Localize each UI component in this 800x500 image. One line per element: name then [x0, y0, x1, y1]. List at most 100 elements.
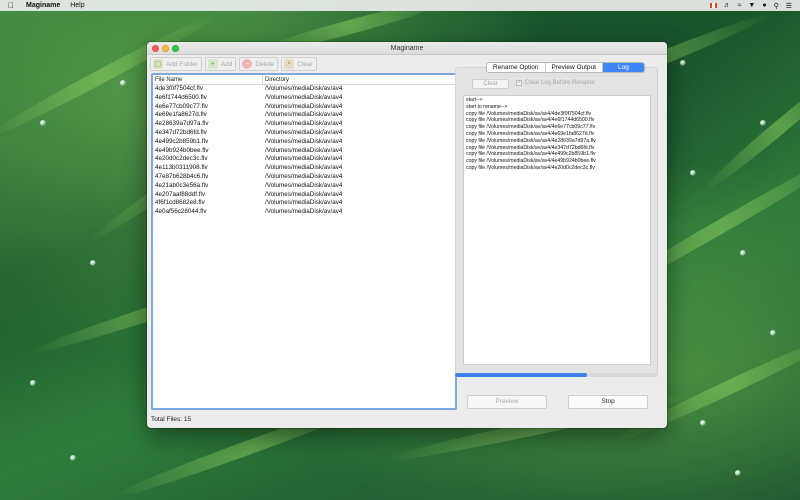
tab-rename-option[interactable]: Rename Option	[487, 63, 546, 72]
table-row[interactable]: 4e20d0c2dec3c.flv/Volumes/mediaDisk/av/a…	[153, 155, 455, 164]
tab-log[interactable]: Log	[602, 63, 644, 72]
minimize-button[interactable]	[162, 45, 169, 52]
table-row[interactable]: 4e21ab0c3e56a.flv/Volumes/mediaDisk/av/a…	[153, 182, 455, 191]
log-line: copy file /Volumes/mediaDisk/av/av4/4de3…	[466, 110, 592, 117]
window-title: Maginame	[390, 45, 424, 52]
cell-directory: /Volumes/mediaDisk/av/av4	[265, 172, 343, 180]
menu-help[interactable]: Help	[70, 2, 84, 9]
table-row[interactable]: 4e113b0311908.flv/Volumes/mediaDisk/av/a…	[153, 164, 455, 173]
table-row[interactable]: 4e69e1fa8627d.flv/Volumes/mediaDisk/av/a…	[153, 111, 455, 120]
app-window: Maginame ▢ Add Folder + Add − Delete ⌕ C…	[147, 42, 667, 428]
progress-bar	[455, 373, 658, 377]
cell-directory: /Volumes/mediaDisk/av/av4	[265, 164, 343, 172]
user-icon[interactable]: ●	[762, 2, 766, 9]
water-droplet	[700, 420, 706, 426]
title-bar[interactable]: Maginame	[147, 42, 667, 55]
cell-directory: /Volumes/mediaDisk/av/av4	[265, 120, 343, 128]
water-droplet	[770, 330, 776, 336]
menu-bar:  Maginame Help ♬ ≈ ▼ ● ⚲ ☰	[0, 0, 800, 11]
table-row[interactable]: 47e87b628b4c6.flv/Volumes/mediaDisk/av/a…	[153, 173, 455, 182]
log-line: copy file /Volumes/mediaDisk/av/av4/4e6f…	[466, 117, 595, 124]
column-header-directory[interactable]: Directory	[263, 75, 289, 84]
delete-button[interactable]: − Delete	[239, 57, 279, 71]
delete-icon: −	[242, 59, 253, 69]
add-button[interactable]: + Add	[204, 57, 237, 71]
water-droplet	[70, 455, 76, 461]
table-row[interactable]: 4e207aaf88ddf.flv/Volumes/mediaDisk/av/a…	[153, 191, 455, 200]
water-droplet	[120, 80, 126, 86]
cell-directory: /Volumes/mediaDisk/av/av4	[265, 208, 343, 216]
water-droplet	[690, 170, 696, 176]
cell-file-name: 4e347d72bd6fd.flv	[155, 128, 207, 136]
add-label: Add	[220, 60, 233, 68]
cell-file-name: 4e207aaf88ddf.flv	[155, 190, 206, 198]
water-droplet	[735, 470, 741, 476]
grass-blade	[698, 57, 800, 197]
cell-directory: /Volumes/mediaDisk/av/av4	[265, 85, 343, 92]
clear-button[interactable]: ⌕ Clear	[281, 57, 317, 71]
cell-file-name: 4e20d0c2dec3c.flv	[155, 155, 208, 163]
total-files-label: Total Files: 15	[151, 416, 192, 423]
clear-label: Clear	[297, 60, 313, 68]
volume-icon[interactable]: ♬	[724, 2, 731, 9]
status-area: ♬ ≈ ▼ ● ⚲ ☰	[709, 2, 792, 10]
clear-log-checkbox[interactable]: ✓	[516, 80, 522, 86]
table-row[interactable]: 4f6f1cd8682e8.flv/Volumes/mediaDisk/av/a…	[153, 199, 455, 208]
water-droplet	[760, 120, 766, 126]
menu-app-name[interactable]: Maginame	[26, 2, 60, 9]
tab-preview-output[interactable]: Preview Output	[546, 63, 603, 72]
search-icon[interactable]: ⚲	[774, 2, 779, 10]
table-row[interactable]: 4e49b924b0bee.flv/Volumes/mediaDisk/av/a…	[153, 147, 455, 156]
cell-file-name: 4e6e77cb09c77.flv	[155, 102, 208, 110]
delete-label: Delete	[255, 60, 275, 68]
table-body: 4de3f0f7504cf.flv/Volumes/mediaDisk/av/a…	[153, 85, 455, 217]
progress-bar-fill	[455, 373, 587, 377]
cell-directory: /Volumes/mediaDisk/av/av4	[265, 111, 343, 119]
file-table[interactable]: File Name Directory 4de3f0f7504cf.flv/Vo…	[151, 73, 457, 410]
clear-log-checkbox-row[interactable]: ✓ Clear Log Before Rename	[516, 80, 595, 86]
add-folder-button[interactable]: ▢ Add Folder	[150, 57, 202, 71]
log-line: copy file /Volumes/mediaDisk/av/av4/4e69…	[466, 130, 595, 137]
stop-button[interactable]: Stop	[568, 395, 648, 409]
cell-file-name: 4e499c2b859b1.flv	[155, 137, 209, 145]
table-row[interactable]: 4e6f1744d6500.flv/Volumes/mediaDisk/av/a…	[153, 94, 455, 103]
water-droplet	[40, 120, 46, 126]
log-line: copy file /Volumes/mediaDisk/av/av4/4e28…	[466, 137, 596, 144]
log-text-area[interactable]: start--> start to rename--> copy file /Vol…	[463, 95, 651, 365]
table-row[interactable]: 4e28639a7d97a.flv/Volumes/mediaDisk/av/a…	[153, 120, 455, 129]
table-header: File Name Directory	[153, 75, 455, 85]
maximize-button[interactable]	[172, 45, 179, 52]
cell-directory: /Volumes/mediaDisk/av/av4	[265, 155, 343, 163]
table-row[interactable]: 4e0af56c28044.flv/Volumes/mediaDisk/av/a…	[153, 208, 455, 217]
apple-icon[interactable]: 	[8, 1, 14, 10]
file-table-section: File Name Directory 4de3f0f7504cf.flv/Vo…	[151, 73, 457, 428]
cell-directory: /Volumes/mediaDisk/av/av4	[265, 190, 343, 198]
wifi-icon[interactable]: ≈	[738, 2, 742, 9]
water-droplet	[680, 60, 686, 66]
table-row[interactable]: 4e347d72bd6fd.flv/Volumes/mediaDisk/av/a…	[153, 129, 455, 138]
close-button[interactable]	[152, 45, 159, 52]
cell-directory: /Volumes/mediaDisk/av/av4	[265, 137, 343, 145]
folder-icon: ▢	[153, 59, 163, 69]
table-row[interactable]: 4de3f0f7504cf.flv/Volumes/mediaDisk/av/a…	[153, 85, 455, 94]
broom-icon: ⌕	[284, 59, 295, 69]
cell-directory: /Volumes/mediaDisk/av/av4	[265, 146, 343, 154]
column-header-file-name[interactable]: File Name	[153, 75, 263, 84]
vpn-icon[interactable]: ▼	[748, 2, 755, 9]
water-droplet	[90, 260, 96, 266]
cell-file-name: 4de3f0f7504cf.flv	[155, 85, 203, 92]
table-row[interactable]: 4e6e77cb09c77.flv/Volumes/mediaDisk/av/a…	[153, 103, 455, 112]
log-line: copy file /Volumes/mediaDisk/av/av4/4e49…	[466, 151, 596, 158]
menu-icon[interactable]: ☰	[786, 2, 792, 10]
cell-file-name: 4e0af56c28044.flv	[155, 208, 207, 216]
cell-directory: /Volumes/mediaDisk/av/av4	[265, 93, 343, 101]
log-line: copy file /Volumes/mediaDisk/av/av4/4e20…	[466, 164, 595, 171]
flag-ca-icon[interactable]	[709, 3, 717, 8]
cell-directory: /Volumes/mediaDisk/av/av4	[265, 199, 343, 207]
log-line: start to rename-->	[466, 103, 508, 110]
log-line: copy file /Volumes/mediaDisk/av/av4/4e6e…	[466, 124, 596, 131]
preview-button[interactable]: Preview	[467, 395, 547, 409]
clear-log-button[interactable]: Clear	[472, 79, 509, 89]
cell-file-name: 4e28639a7d97a.flv	[155, 120, 209, 128]
table-row[interactable]: 4e499c2b859b1.flv/Volumes/mediaDisk/av/a…	[153, 138, 455, 147]
